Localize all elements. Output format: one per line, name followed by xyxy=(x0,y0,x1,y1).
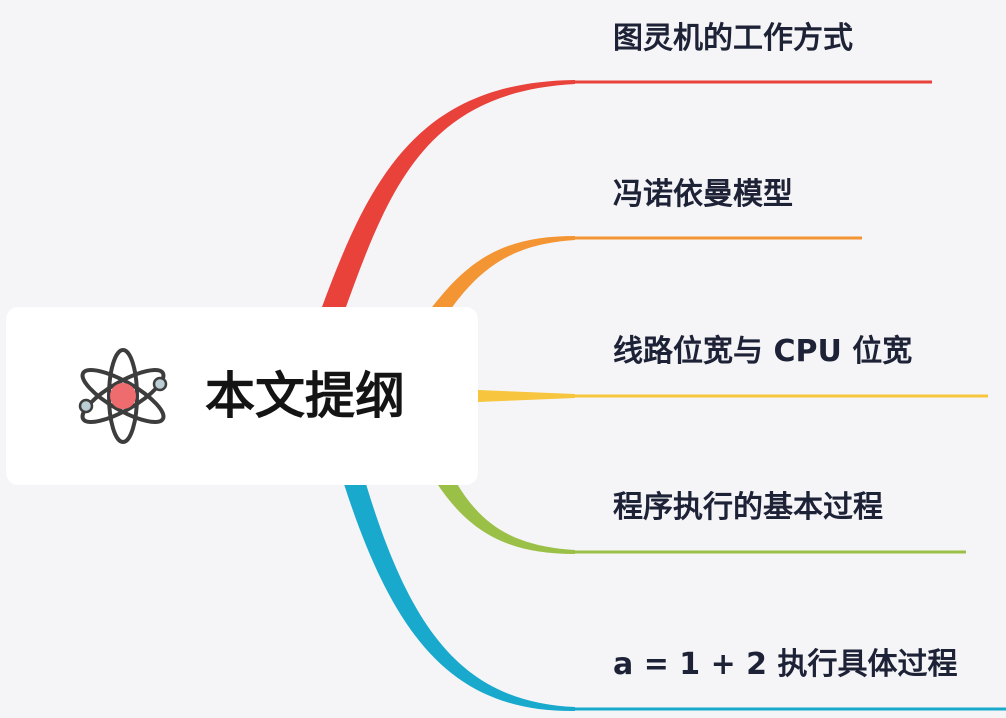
topic-program-execution[interactable]: 程序执行的基本过程 xyxy=(613,488,883,528)
branch-taper-5 xyxy=(344,484,575,712)
topic-bus-width-cpu-width[interactable]: 线路位宽与 CPU 位宽 xyxy=(613,332,912,372)
branch-taper-3 xyxy=(478,390,575,402)
branch-taper-2 xyxy=(426,236,575,316)
atom-icon xyxy=(78,348,168,444)
root-title: 本文提纲 xyxy=(205,367,405,425)
branch-line-2 xyxy=(428,236,862,313)
branch-taper-1 xyxy=(318,80,575,318)
topic-a-equals-1-plus-2[interactable]: a = 1 + 2 执行具体过程 xyxy=(613,645,958,685)
topic-turing-machine[interactable]: 图灵机的工作方式 xyxy=(613,19,853,59)
branch-taper-4 xyxy=(436,482,575,554)
topic-von-neumann-model[interactable]: 冯诺依曼模型 xyxy=(613,175,793,215)
